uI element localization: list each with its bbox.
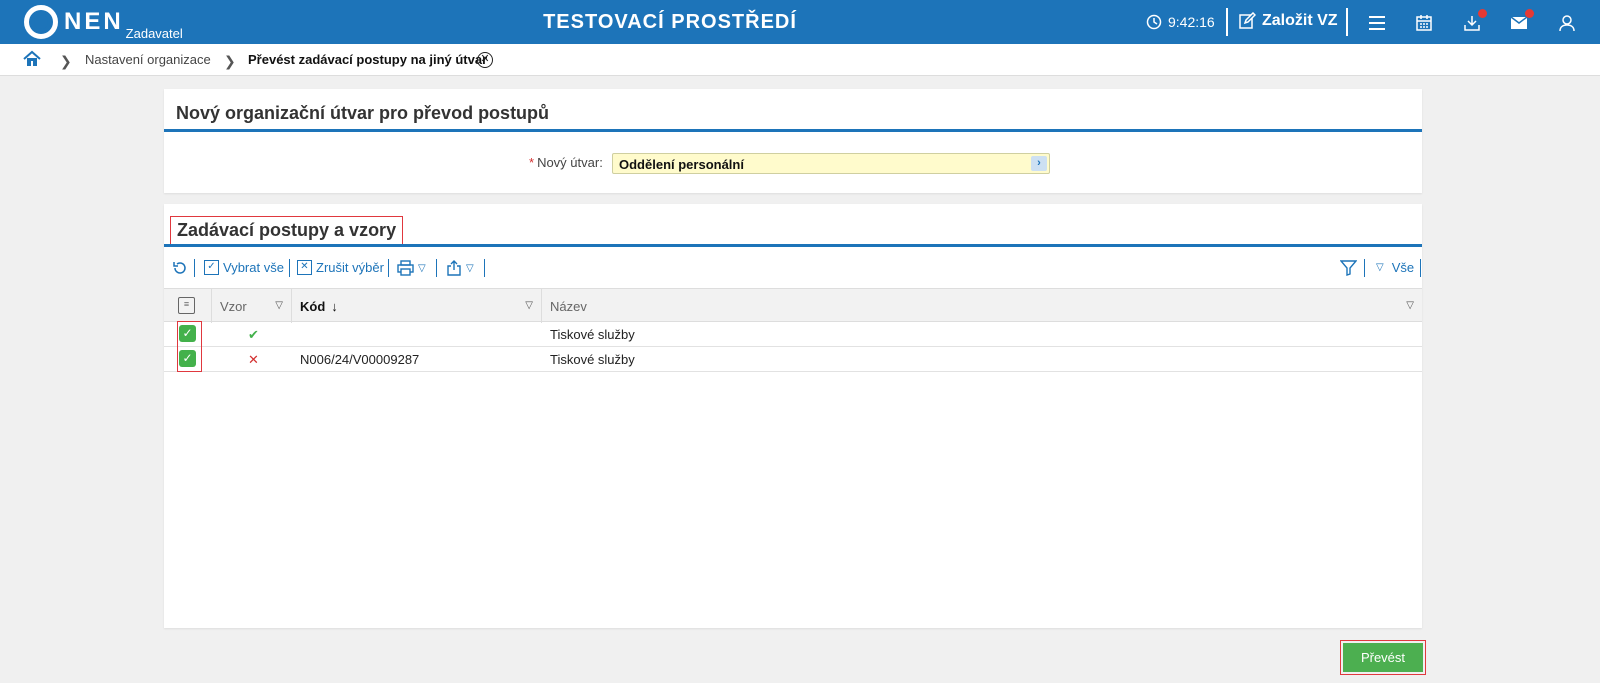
breadcrumb-item[interactable]: Nastavení organizace <box>85 52 211 67</box>
home-icon[interactable] <box>23 50 41 71</box>
clock-icon <box>1146 14 1162 30</box>
session-clock: 9:42:16 <box>1146 14 1215 30</box>
dropdown-triangle-icon: ▽ <box>1376 262 1384 273</box>
dropdown-triangle-icon[interactable]: ▽ <box>275 300 283 311</box>
mail-icon[interactable] <box>1508 9 1534 34</box>
column-header-kod[interactable]: Kód ↓ ▽ <box>292 289 542 323</box>
deselect-button[interactable]: ✕ Zrušit výběr <box>297 260 384 275</box>
column-header-label: Kód <box>300 298 326 314</box>
chevron-right-icon[interactable]: › <box>1031 156 1047 171</box>
submit-highlight: Převést <box>1340 640 1426 675</box>
top-bar: NEN Zadavatel TESTOVACÍ PROSTŘEDÍ 9:42:1… <box>0 0 1600 44</box>
checkbox-multi-icon: ✓ <box>204 260 219 275</box>
new-unit-label-text: Nový útvar <box>537 155 600 170</box>
panel-title: Zadávací postupy a vzory <box>170 216 404 245</box>
breadcrumb-current: Převést zadávací postupy na jiný útvar <box>248 52 488 67</box>
download-icon[interactable] <box>1461 9 1487 34</box>
select-all-button[interactable]: ✓ Vybrat vše <box>204 260 284 275</box>
checkbox-cross-icon: ✕ <box>297 260 312 275</box>
cross-icon: ✕ <box>248 352 259 367</box>
notification-dot <box>1478 9 1487 18</box>
calendar-icon[interactable] <box>1413 12 1435 34</box>
separator <box>1226 8 1228 36</box>
toolbar-separator <box>436 259 437 277</box>
sort-arrow-down-icon: ↓ <box>331 298 338 314</box>
dropdown-triangle-icon: ▽ <box>418 262 426 274</box>
dropdown-triangle-icon: ▽ <box>466 262 474 274</box>
grid-header: ≡ Vzor ▽ Kód ↓ ▽ Název ▽ <box>164 288 1422 323</box>
export-button[interactable]: ▽ <box>446 260 474 276</box>
refresh-icon[interactable] <box>172 260 188 276</box>
panel-title: Nový organizační útvar pro převod postup… <box>176 103 550 123</box>
checkbox-highlight <box>177 321 202 372</box>
toolbar-separator <box>194 259 195 277</box>
filter-all-dropdown[interactable]: ▽ Vše <box>1376 260 1414 275</box>
dropdown-triangle-icon[interactable]: ▽ <box>525 300 533 311</box>
separator <box>1346 8 1348 36</box>
toolbar-separator <box>484 259 485 277</box>
check-icon: ✔ <box>248 327 259 342</box>
panel-divider <box>164 244 1422 247</box>
new-unit-label: * Nový útvar: <box>529 155 603 170</box>
column-header-label: Vzor <box>220 298 247 314</box>
settings-sliders-icon: ≡ <box>178 297 195 314</box>
notification-dot <box>1525 9 1534 18</box>
export-icon <box>447 260 461 276</box>
create-vz-button[interactable]: Založit VZ <box>1238 12 1338 30</box>
column-settings[interactable]: ≡ <box>164 289 212 323</box>
column-header-vzor[interactable]: Vzor ▽ <box>212 289 292 323</box>
deselect-label: Zrušit výběr <box>316 260 384 275</box>
print-icon <box>397 260 414 276</box>
table-row[interactable]: ✓ ✕ N006/24/V00009287 Tiskové služby <box>164 347 1422 372</box>
user-icon[interactable] <box>1556 12 1578 34</box>
cell-nazev: Tiskové služby <box>550 352 635 367</box>
toolbar-separator <box>289 259 290 277</box>
breadcrumb: ❯ Nastavení organizace ❯ Převést zadávac… <box>0 44 1600 76</box>
filter-icon[interactable] <box>1340 260 1357 276</box>
filter-all-label: Vše <box>1391 260 1415 275</box>
procedures-panel: Zadávací postupy a vzory ✓ Vybrat vše ✕ … <box>164 204 1422 628</box>
panel-divider <box>164 129 1422 132</box>
cell-nazev: Tiskové služby <box>550 327 635 342</box>
edit-icon <box>1239 12 1256 29</box>
toolbar-separator <box>388 259 389 277</box>
print-button[interactable]: ▽ <box>397 260 426 276</box>
required-marker: * <box>529 155 535 170</box>
new-unit-panel: Nový organizační útvar pro převod postup… <box>164 89 1422 193</box>
grid-toolbar: ✓ Vybrat vše ✕ Zrušit výběr ▽ ▽ ▽ Vše <box>164 256 1422 280</box>
chevron-right-icon: ❯ <box>60 53 72 69</box>
table-row[interactable]: ✓ ✔ Tiskové služby <box>164 322 1422 347</box>
toolbar-separator <box>1420 259 1421 277</box>
close-icon[interactable]: ✕ <box>477 52 493 68</box>
select-all-label: Vybrat vše <box>223 260 284 275</box>
dropdown-triangle-icon[interactable]: ▽ <box>1406 300 1414 311</box>
new-unit-value: Oddělení personální <box>619 157 744 172</box>
transfer-button[interactable]: Převést <box>1343 643 1423 672</box>
new-unit-field[interactable]: Oddělení personální › <box>612 153 1050 174</box>
column-header-label: Název <box>550 298 587 314</box>
cell-kod: N006/24/V00009287 <box>300 352 420 367</box>
environment-title: TESTOVACÍ PROSTŘEDÍ <box>543 11 797 33</box>
column-header-nazev[interactable]: Název ▽ <box>542 289 1422 323</box>
toolbar-separator <box>1364 259 1365 277</box>
chevron-right-icon: ❯ <box>224 53 236 69</box>
create-vz-label: Založit VZ <box>1262 12 1338 29</box>
clock-time: 9:42:16 <box>1168 14 1215 30</box>
menu-icon[interactable] <box>1366 12 1388 34</box>
